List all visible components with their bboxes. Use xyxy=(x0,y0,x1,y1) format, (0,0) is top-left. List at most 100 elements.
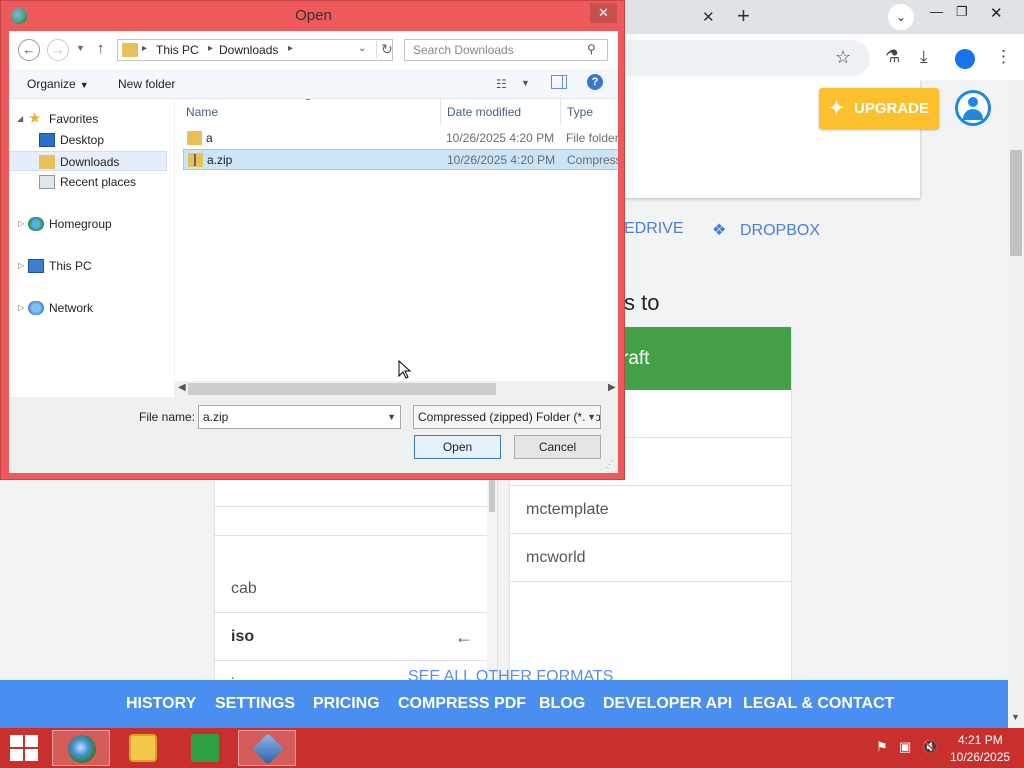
onedrive-link[interactable]: EDRIVE xyxy=(624,220,684,238)
footer-nav-item[interactable]: SETTINGS xyxy=(215,680,295,728)
file-type-dropdown-icon[interactable]: ▼ xyxy=(585,406,596,428)
column-divider[interactable] xyxy=(440,99,441,125)
source-format-item[interactable]: cab xyxy=(215,565,487,613)
source-format-item[interactable]: iso ← xyxy=(215,613,487,661)
search-icon[interactable]: ⚲ xyxy=(587,42,596,56)
view-options-icon[interactable]: ☷ xyxy=(496,77,507,91)
back-arrow-icon[interactable]: ← xyxy=(18,39,40,61)
footer-nav-item[interactable]: LEGAL & CONTACT xyxy=(743,680,894,728)
tree-item-network[interactable]: ▷ Network xyxy=(9,298,167,318)
refresh-icon[interactable]: ↻ xyxy=(376,41,393,58)
tree-collapsed-icon[interactable]: ▷ xyxy=(18,298,24,318)
source-format-item[interactable] xyxy=(215,478,487,507)
breadcrumb-separator-icon[interactable]: ▸ xyxy=(288,43,293,54)
tab-search-chevron-icon[interactable]: ⌄ xyxy=(888,4,914,30)
new-tab-button[interactable]: + xyxy=(737,3,750,29)
cancel-button[interactable]: Cancel xyxy=(514,435,601,459)
page-scroll-thumb[interactable] xyxy=(1010,150,1022,256)
breadcrumb-this-pc[interactable]: This PC xyxy=(156,43,199,57)
hscroll-thumb[interactable] xyxy=(188,383,496,395)
path-dropdown-icon[interactable]: ⌄ xyxy=(358,43,366,54)
download-icon[interactable]: ⤓ xyxy=(920,47,928,67)
close-window-button[interactable]: ✕ xyxy=(990,4,1003,22)
column-header-type[interactable]: Type xyxy=(567,99,593,125)
taskbar-store-icon[interactable] xyxy=(176,730,234,766)
file-row[interactable]: a.zip 10/26/2025 4:20 PM Compressed (zippe… xyxy=(183,149,618,170)
taskbar-virtualbox-icon[interactable] xyxy=(238,730,296,766)
footer-nav-item[interactable]: COMPRESS PDF xyxy=(398,680,526,728)
organize-menu[interactable]: Organize ▼ xyxy=(27,77,89,91)
breadcrumb-downloads[interactable]: Downloads xyxy=(219,43,278,57)
tree-collapsed-icon[interactable]: ▷ xyxy=(18,256,24,276)
scroll-right-arrow-icon[interactable]: ▶ xyxy=(608,382,616,393)
preview-pane-icon[interactable] xyxy=(551,75,567,89)
profile-icon[interactable] xyxy=(955,49,975,69)
scroll-left-arrow-icon[interactable]: ◀ xyxy=(178,382,186,393)
taskbar-chrome-icon[interactable] xyxy=(52,730,110,766)
breadcrumb-separator-icon[interactable]: ▸ xyxy=(142,43,147,54)
forward-arrow-icon[interactable]: → xyxy=(47,39,69,61)
resize-grip-icon[interactable]: ⋰ xyxy=(605,459,614,470)
address-breadcrumb[interactable]: ▸ This PC ▸ Downloads ▸ ⌄ ↻ xyxy=(117,39,393,61)
labs-flask-icon[interactable]: ⚗ xyxy=(885,47,900,67)
volume-muted-icon[interactable]: 🔇 xyxy=(922,739,938,755)
format-label: cab xyxy=(231,580,257,597)
column-header-date[interactable]: Date modified xyxy=(447,99,521,125)
file-row[interactable]: a 10/26/2025 4:20 PM File folder xyxy=(183,128,618,149)
help-icon[interactable]: ? xyxy=(587,74,603,90)
clock-time[interactable]: 4:21 PM xyxy=(958,733,1003,747)
footer-nav-item[interactable]: BLOG xyxy=(539,680,585,728)
bookmark-star-icon[interactable]: ☆ xyxy=(835,47,851,68)
address-bar[interactable] xyxy=(620,40,870,76)
new-folder-button[interactable]: New folder xyxy=(118,77,175,91)
tree-item-desktop[interactable]: Desktop xyxy=(9,130,167,150)
windows-start-icon[interactable] xyxy=(10,735,38,761)
file-type-select[interactable]: Compressed (zipped) Folder (*.zip) ▼ xyxy=(413,405,601,429)
column-divider[interactable] xyxy=(560,99,561,125)
scroll-down-arrow-icon[interactable]: ▼ xyxy=(1011,712,1020,722)
dropbox-link[interactable]: ❖ DROPBOX xyxy=(712,220,820,240)
file-list-hscrollbar[interactable]: ◀ ▶ xyxy=(174,381,618,397)
tab-close-icon[interactable]: ✕ xyxy=(702,8,715,26)
kebab-menu-icon[interactable]: ⋮ xyxy=(995,47,1012,67)
tree-item-downloads[interactable]: Downloads xyxy=(9,151,167,171)
target-format-item[interactable]: mctemplate xyxy=(510,486,791,534)
tree-item-homegroup[interactable]: ▷ Homegroup xyxy=(9,214,167,234)
target-format-item[interactable]: mcworld xyxy=(510,534,791,582)
source-format-item[interactable] xyxy=(215,507,487,536)
footer-nav-item[interactable]: PRICING xyxy=(313,680,380,728)
format-list-scroll-thumb[interactable] xyxy=(489,480,495,512)
footer-nav-item[interactable]: DEVELOPER API xyxy=(603,680,732,728)
taskbar-file-explorer-icon[interactable] xyxy=(114,730,172,766)
pane-splitter[interactable] xyxy=(174,99,175,399)
up-arrow-icon[interactable]: ↑ xyxy=(97,40,105,57)
tree-item-this-pc[interactable]: ▷ This PC xyxy=(9,256,167,276)
file-name-dropdown-icon[interactable]: ▼ xyxy=(387,406,396,428)
sparkle-icon: ✦ xyxy=(829,98,845,118)
minimize-button[interactable]: — xyxy=(930,4,943,19)
footer-nav-item[interactable]: HISTORY xyxy=(126,680,196,728)
downloads-folder-icon xyxy=(39,155,55,169)
tree-item-favorites[interactable]: ◢ ★ Favorites xyxy=(9,109,167,129)
network-icon[interactable]: ▣ xyxy=(899,739,911,755)
breadcrumb-separator-icon[interactable]: ▸ xyxy=(208,43,213,54)
see-all-formats-link[interactable]: SEE ALL OTHER FORMATS xyxy=(408,668,613,680)
dialog-close-button[interactable]: ✕ xyxy=(590,3,617,23)
search-input[interactable]: Search Downloads ⚲ xyxy=(404,39,608,61)
clock-date[interactable]: 10/26/2025 xyxy=(950,750,1010,764)
tree-item-recent-places[interactable]: Recent places xyxy=(9,172,167,192)
upgrade-button[interactable]: ✦ UPGRADE xyxy=(819,88,939,129)
restore-button[interactable]: ❐ xyxy=(956,4,968,20)
file-type: File folder xyxy=(566,131,618,145)
view-chevron-down-icon[interactable]: ▼ xyxy=(521,78,530,88)
column-header-name[interactable]: Name xyxy=(186,99,218,125)
user-avatar-icon[interactable] xyxy=(955,90,991,126)
open-button[interactable]: Open xyxy=(414,435,501,459)
navigation-row: ← → ▼ ↑ ▸ This PC ▸ Downloads ▸ ⌄ ↻ Sear… xyxy=(9,31,618,69)
navigation-pane: ◢ ★ Favorites Desktop Downloads Recent p… xyxy=(9,99,174,399)
tree-expanded-icon[interactable]: ◢ xyxy=(17,109,23,129)
tree-collapsed-icon[interactable]: ▷ xyxy=(18,214,24,234)
file-name-input[interactable]: a.zip ▼ xyxy=(198,405,401,429)
action-center-flag-icon[interactable]: ⚑ xyxy=(876,739,888,755)
recent-locations-chevron-icon[interactable]: ▼ xyxy=(76,43,85,53)
